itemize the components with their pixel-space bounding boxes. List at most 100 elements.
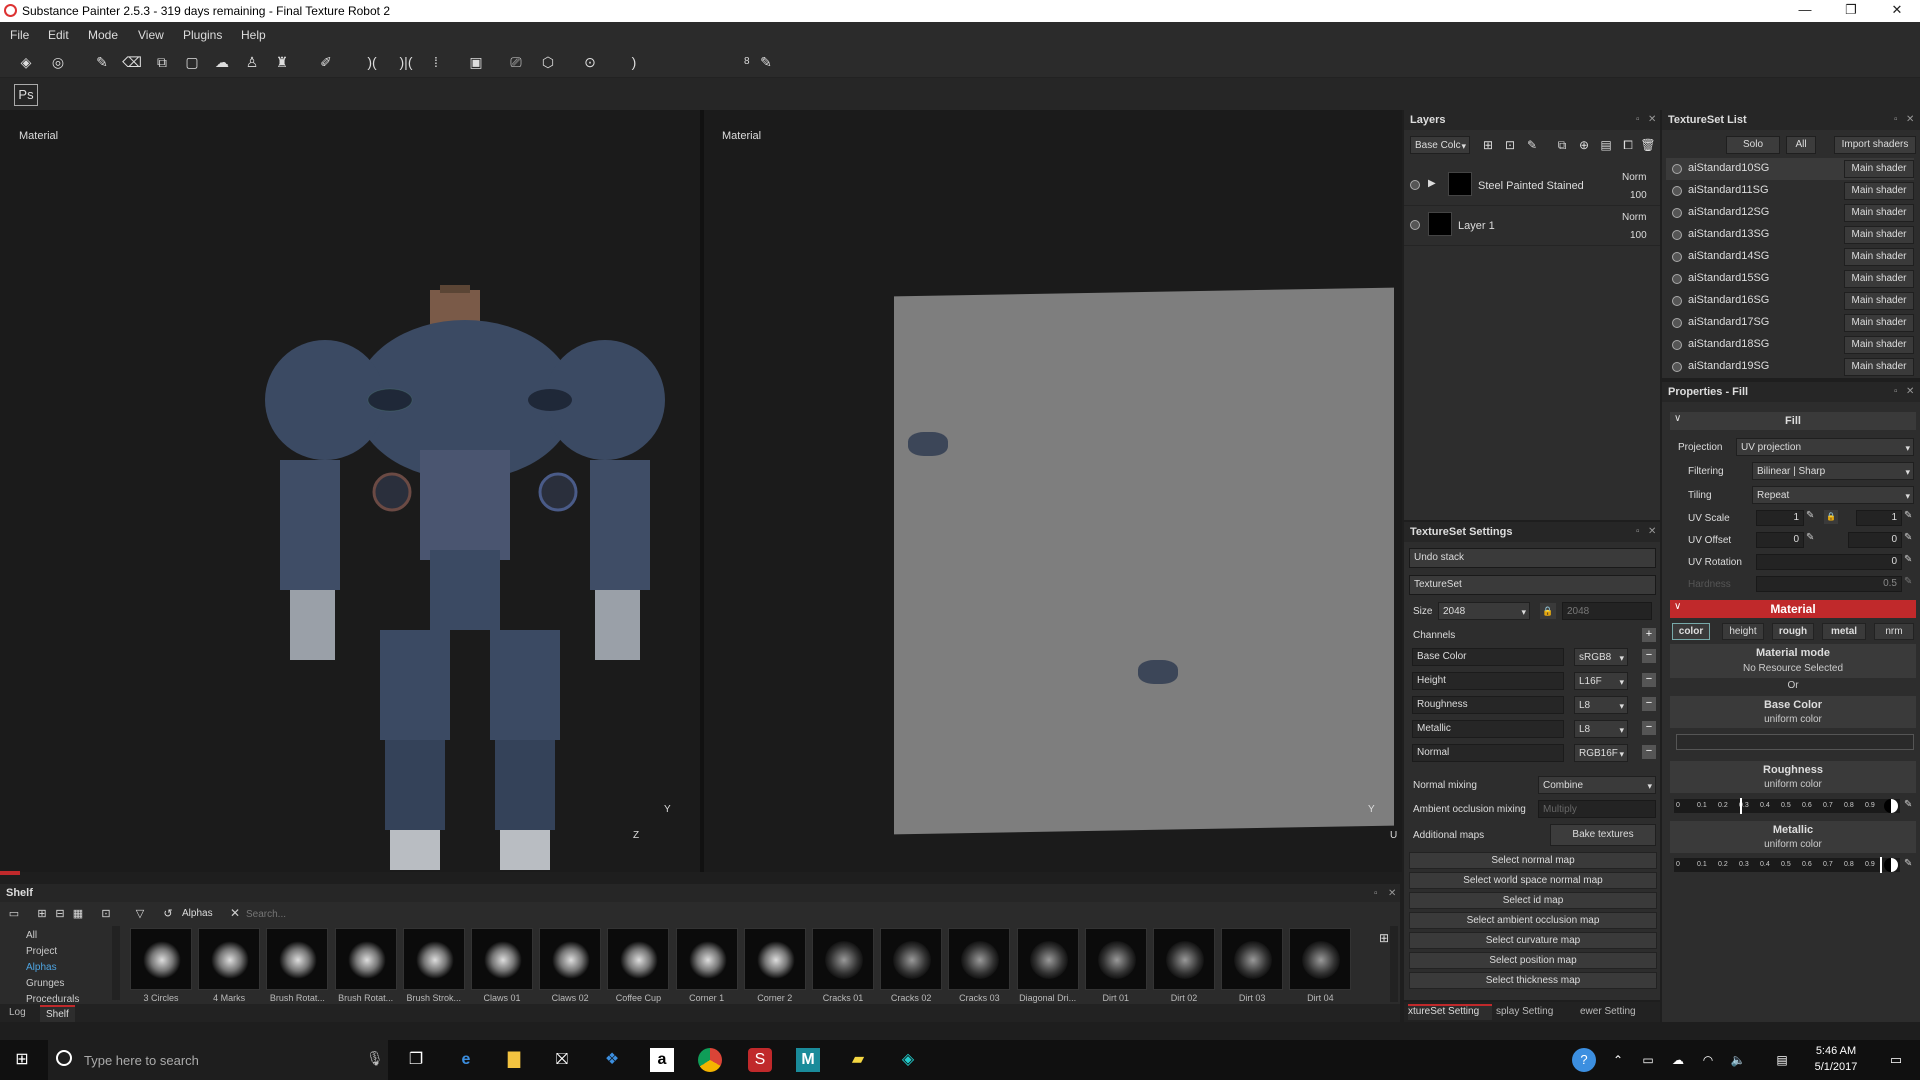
edit-icon[interactable]: ✎ [1904,554,1912,565]
list-view-icon[interactable]: ⊡ [96,904,116,924]
uvoffset-v-field[interactable]: 0 [1848,532,1902,548]
smudge-icon[interactable]: ☁ [212,52,232,72]
visibility-icon[interactable] [1672,208,1682,218]
visibility-icon[interactable] [1410,220,1420,230]
shelf-item-thumbnail[interactable] [1221,928,1284,990]
textureset-row[interactable]: aiStandard14SG Main shader [1666,246,1914,268]
remove-channel-button[interactable]: − [1642,649,1656,663]
shader-select[interactable]: Main shader [1844,160,1914,178]
symmetry2-icon[interactable]: ⁞ [426,52,446,72]
notifications-icon[interactable]: ▭ [1884,1048,1908,1072]
collapse-chevron-icon[interactable]: ∨ [1674,601,1681,612]
clone-icon[interactable]: ♙ [242,52,262,72]
edit-icon[interactable]: ✎ [1904,858,1912,869]
select-map-button[interactable]: Select thickness map [1409,972,1657,989]
visibility-icon[interactable] [1672,274,1682,284]
shader-select[interactable]: Main shader [1844,226,1914,244]
visibility-icon[interactable] [1410,180,1420,190]
normal-mixing-select[interactable]: Combine [1538,776,1656,795]
remove-channel-button[interactable]: − [1642,673,1656,687]
add-folder-icon[interactable]: ▤ [1596,135,1616,155]
textureset-row[interactable]: aiStandard19SG Main shader [1666,356,1914,378]
tss-float-icon[interactable]: ▫ [1636,526,1640,537]
roughness-slider[interactable]: 00.10.20.30.40.50.60.70.80.91 [1674,799,1900,813]
shader-select[interactable]: Main shader [1844,336,1914,354]
metallic-slider[interactable]: 00.10.20.30.40.50.60.70.80.91 [1674,858,1900,872]
uvscale-v-field[interactable]: 1 [1856,510,1902,526]
collapse-chevron-icon[interactable]: ∨ [1674,413,1681,424]
shelf-scrollbar[interactable] [1390,926,1398,1002]
select-map-button[interactable]: Select normal map [1409,852,1657,869]
edit-pencil-icon[interactable]: ✎ [756,52,776,72]
all-button[interactable]: All [1786,136,1816,154]
add-channel-button[interactable]: + [1642,628,1656,642]
tab-log[interactable]: Log [9,1007,26,1018]
shelf-item-thumbnail[interactable] [743,928,806,990]
amazon-icon[interactable]: a [650,1048,674,1072]
menu-file[interactable]: File [10,28,29,42]
menu-help[interactable]: Help [241,28,266,42]
screenshot-icon[interactable]: ⊙ [580,52,600,72]
symmetry-icon[interactable]: )( [362,52,382,72]
add-mask-icon[interactable]: ⊞ [1478,135,1498,155]
keyboard-icon[interactable]: ▤ [1770,1048,1794,1072]
textureset-row[interactable]: aiStandard18SG Main shader [1666,334,1914,356]
windows-start-icon[interactable]: ⊞ [10,1048,34,1072]
shader-select[interactable]: Main shader [1844,248,1914,266]
visibility-icon[interactable] [1672,296,1682,306]
channel-toggle-nrm[interactable]: nrm [1874,623,1914,640]
shelf-item-thumbnail[interactable] [1153,928,1215,990]
shelf-category[interactable]: Project [26,946,57,957]
shelf-item-thumbnail[interactable] [607,928,670,990]
menu-plugins[interactable]: Plugins [183,28,222,42]
shader-select[interactable]: Main shader [1844,270,1914,288]
add-effect-icon[interactable]: ⊡ [1500,135,1520,155]
shelf-category[interactable]: Grunges [26,978,64,989]
cube-icon[interactable]: ⬡ [538,52,558,72]
eraser-icon[interactable]: ⌫ [122,52,142,72]
paint-icon[interactable]: ✎ [1522,135,1542,155]
shelf-item-thumbnail[interactable] [130,928,192,990]
volume-icon[interactable]: 🔈 [1726,1048,1750,1072]
uvrotation-field[interactable]: 0 [1756,554,1902,570]
minimize-button[interactable]: — [1782,0,1828,22]
shelf-item-thumbnail[interactable] [812,928,874,990]
substance-painter-taskbar-icon[interactable]: S [748,1048,772,1072]
channel-format-select[interactable]: RGB16F [1574,744,1628,763]
shelf-item-thumbnail[interactable] [266,928,329,990]
shelf-search-input[interactable] [246,906,1396,922]
textureset-row[interactable]: aiStandard13SG Main shader [1666,224,1914,246]
shelf-item-thumbnail[interactable] [1016,928,1079,990]
channel-toggle-height[interactable]: height [1722,623,1764,640]
channel-toggle-metal[interactable]: metal [1822,623,1866,640]
menu-view[interactable]: View [138,28,164,42]
app-icon[interactable]: ◈ [896,1048,920,1072]
import-icon[interactable]: ⊟ [50,904,70,924]
substance-icon[interactable]: ◈ [16,52,36,72]
sticky-notes-icon[interactable]: ▰ [846,1048,870,1072]
remove-channel-button[interactable]: − [1642,697,1656,711]
close-button[interactable]: ✕ [1874,0,1920,22]
projection-icon[interactable]: ⧉ [152,52,172,72]
textureset-section[interactable]: TextureSet [1409,575,1656,595]
shelf-item-thumbnail[interactable] [1289,928,1352,990]
edit-icon[interactable]: ✎ [1904,510,1912,521]
textureset-row[interactable]: aiStandard10SG Main shader [1666,158,1914,180]
polygon-fill-icon[interactable]: ▢ [182,52,202,72]
edge-browser-icon[interactable]: e [454,1048,478,1072]
textureset-row[interactable]: aiStandard17SG Main shader [1666,312,1914,334]
shelf-category[interactable]: Alphas [26,962,57,973]
visibility-icon[interactable] [1672,340,1682,350]
visibility-icon[interactable] [1672,164,1682,174]
menu-edit[interactable]: Edit [48,28,69,42]
clear-filter-icon[interactable]: ✕ [230,906,240,920]
shelf-item-thumbnail[interactable] [539,928,602,990]
shader-select[interactable]: Main shader [1844,182,1914,200]
3d-viewport[interactable]: Material Y Z [0,110,700,875]
video-camera-icon[interactable]: ⎚ [506,52,526,72]
filtering-select[interactable]: Bilinear | Sharp [1752,462,1914,481]
fill-section-header[interactable]: Fill [1670,412,1916,430]
textureset-row[interactable]: aiStandard15SG Main shader [1666,268,1914,290]
shelf-category[interactable]: All [26,930,37,941]
tab-display-settings[interactable]: splay Setting [1496,1006,1576,1017]
